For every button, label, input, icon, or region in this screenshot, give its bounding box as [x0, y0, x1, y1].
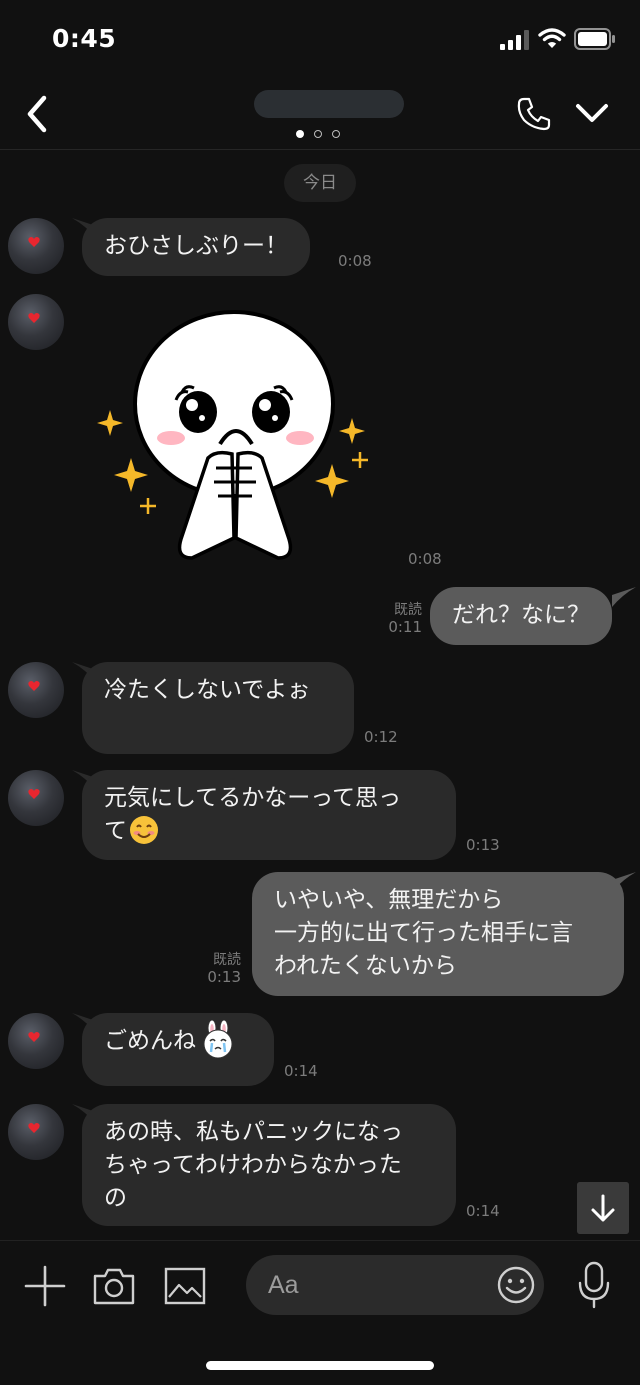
heart-icon: [28, 789, 40, 799]
page-dot-active: [296, 130, 304, 138]
heart-icon: [28, 1032, 40, 1042]
chevron-down-icon[interactable]: [574, 98, 610, 128]
status-time: 0:45: [52, 24, 117, 53]
moon-face-sticker[interactable]: [96, 308, 382, 564]
camera-icon[interactable]: [92, 1267, 136, 1307]
message-text: 冷たくしないでよぉ: [104, 677, 311, 703]
image-icon[interactable]: [164, 1267, 206, 1305]
message-text: あの時、私もパニックになっ ちゃってわけわからなかった の: [104, 1119, 403, 1211]
message-time: 0:11: [388, 618, 422, 636]
message-text: だれ？なに？: [452, 602, 590, 628]
read-label: 既読: [394, 602, 422, 618]
back-icon[interactable]: [20, 94, 54, 134]
crying-bunny-emoji: [203, 1019, 233, 1058]
message-time: 0:14: [466, 1202, 500, 1220]
bubble-tail: [612, 587, 636, 607]
heart-icon: [28, 313, 40, 323]
scroll-down-button[interactable]: [577, 1182, 629, 1234]
message-bubble-incoming[interactable]: おひさしぶりー！: [82, 218, 310, 276]
message-read-status: 既読 0:11: [386, 602, 422, 636]
read-label: 既読: [213, 952, 241, 968]
signal-icon: [500, 30, 529, 50]
page-dot: [314, 130, 322, 138]
message-time: 0:08: [338, 252, 372, 270]
message-text: ごめんね: [104, 1028, 196, 1054]
heart-icon: [28, 237, 40, 247]
battery-icon: [574, 28, 615, 50]
chat-header: [0, 80, 640, 150]
plus-icon[interactable]: [24, 1265, 66, 1307]
avatar[interactable]: [8, 294, 64, 350]
message-text: いやいや、無理だから 一方的に出て行った相手に言 われたくないから: [274, 887, 573, 979]
message-bubble-outgoing[interactable]: だれ？なに？: [430, 587, 612, 645]
page-indicator: [296, 130, 342, 140]
bubble-tail: [612, 872, 636, 892]
microphone-icon[interactable]: [576, 1261, 612, 1309]
status-bar: 0:45: [0, 0, 640, 80]
message-time: 0:13: [466, 836, 500, 854]
emoji-icon[interactable]: [496, 1265, 536, 1305]
avatar[interactable]: [8, 218, 64, 274]
avatar[interactable]: [8, 770, 64, 826]
smiling-face-emoji: [130, 815, 158, 844]
chat-title-redacted[interactable]: [254, 90, 404, 118]
chat-screen: 0:45 今日 おひさしぶりー！ 0:08 0:08 既読 0:11 だれ？なに…: [0, 0, 640, 1385]
message-time: 0:08: [408, 550, 442, 568]
message-time: 0:13: [207, 968, 241, 986]
message-text: おひさしぶりー！: [104, 233, 288, 259]
page-dot: [332, 130, 340, 138]
message-bubble-incoming[interactable]: あの時、私もパニックになっ ちゃってわけわからなかった の: [82, 1104, 456, 1226]
heart-icon: [28, 1123, 40, 1133]
avatar[interactable]: [8, 1013, 64, 1069]
message-bubble-incoming[interactable]: 冷たくしないでよぉ: [82, 662, 354, 754]
home-indicator: [206, 1361, 434, 1370]
avatar[interactable]: [8, 1104, 64, 1160]
message-read-status: 既読 0:13: [205, 952, 241, 986]
wifi-icon: [538, 28, 566, 48]
message-bubble-outgoing[interactable]: いやいや、無理だから 一方的に出て行った相手に言 われたくないから: [252, 872, 624, 996]
message-time: 0:12: [364, 728, 398, 746]
avatar[interactable]: [8, 662, 64, 718]
phone-icon[interactable]: [516, 96, 552, 132]
date-separator: 今日: [284, 164, 356, 202]
message-time: 0:14: [284, 1062, 318, 1080]
message-bubble-incoming[interactable]: ごめんね: [82, 1013, 274, 1086]
message-bubble-incoming[interactable]: 元気にしてるかなーって思っ て: [82, 770, 456, 860]
heart-icon: [28, 681, 40, 691]
